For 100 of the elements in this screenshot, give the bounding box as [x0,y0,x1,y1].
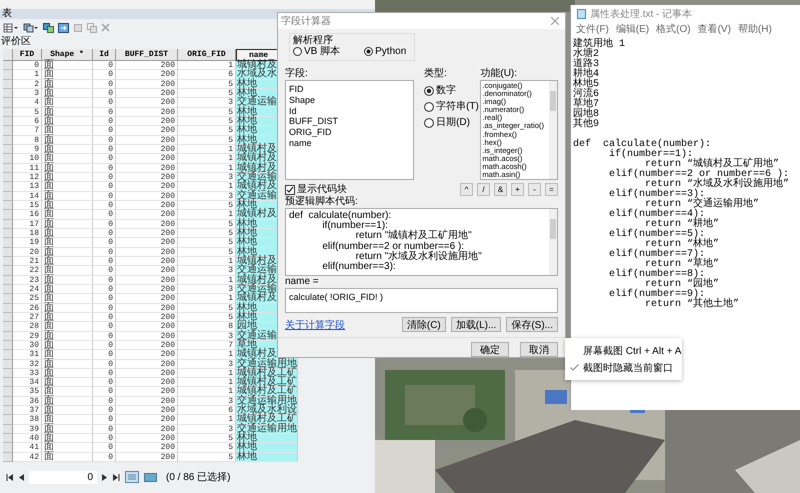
table-options-button[interactable] [3,22,19,32]
cancel-button[interactable]: 取消 [520,342,558,357]
table-cell: 200 [116,322,178,332]
radio-button[interactable]: 日期(D) [424,117,480,128]
list-item[interactable]: Id [289,106,297,116]
table-cell: 面 [42,248,93,257]
show-selected-records-icon[interactable] [144,472,157,482]
table-cell: 5 [13,108,42,117]
table-cell: 0 [93,116,116,126]
related-tables-button[interactable] [23,22,39,32]
menu-item[interactable]: 帮助(H) [738,22,772,36]
table-cell: 1 [13,70,42,80]
operator-button[interactable]: + [511,183,524,196]
table-cell: 0 [93,98,116,108]
table-cell: 200 [116,182,178,192]
next-record-icon[interactable] [102,474,107,480]
table-cell: 200 [116,98,178,108]
table-cell: 0 [93,220,116,229]
table-cell: 0 [93,387,116,397]
operator-button[interactable]: ^ [460,183,473,196]
table-cell: 10 [13,154,42,164]
table-cell: 200 [116,276,178,285]
table-cell: 2 [13,80,42,89]
table-cell: 13 [13,182,42,192]
code-field[interactable]: def calculate(number): if(number==1): return "城镇村及工矿用地" elif(number==2 or number==6 ): return "水域及水利设施用地" elif(number==3): [285,208,558,276]
table-cell: 200 [116,61,178,70]
text-line: elif(number==5): [608,230,706,240]
code-line: return "城镇村及工矿用地" [356,231,472,242]
table-cell: 0 [93,424,116,434]
table-cell: 35 [13,387,42,397]
menu-item[interactable]: 格式(O) [656,22,691,36]
table-cell: 0 [93,415,116,425]
table-cell: 200 [116,200,178,210]
expression-field[interactable]: calculate( !ORIG_FID! ) [285,288,558,313]
switch-selection-icon[interactable] [58,22,69,32]
table-cell: 200 [116,452,178,462]
table-cell: 0 [93,172,116,182]
table-cell: 200 [116,396,178,406]
table-cell: 36 [13,396,42,406]
table-cell: 24 [13,284,42,294]
table-cell: 6 [13,116,42,126]
dialog-button[interactable]: 保存(S)... [506,317,558,332]
table-cell: 200 [116,136,178,145]
table-cell: 42 [13,452,42,462]
column-header[interactable]: Id [93,49,116,61]
table-cell: 22 [13,266,42,276]
selection-count: (0 / 86 已选择) [166,470,230,484]
radio-button[interactable]: 字符串(T) [424,101,480,112]
column-header[interactable]: BUFF_DIST [116,49,178,61]
show-all-records-icon[interactable] [125,471,139,483]
table-cell: 200 [116,172,178,182]
column-header[interactable]: FID [13,49,42,61]
table-cell: 200 [116,406,178,416]
table-cell: 38 [13,415,42,425]
delete-icon[interactable] [101,23,110,32]
text-line: elif(number==3): [608,190,706,200]
table-cell: 12 [13,172,42,182]
text-line: elif(number==4): [608,210,706,220]
text-line: return “林地” [645,240,720,250]
table-cell: 200 [116,415,178,425]
previous-record-icon[interactable] [19,474,24,480]
menu-item[interactable]: 文件(F) [576,22,609,36]
close-icon[interactable] [551,17,559,25]
radio-button[interactable]: Python [364,46,406,57]
code-line: return "水域及水利设施用地" [356,252,482,262]
copy-icon[interactable] [87,22,97,32]
text-line: return “园地” [645,280,720,290]
text-line: return “水域及水利设施用地” [645,180,790,190]
ok-button[interactable]: 确定 [471,342,509,357]
table-cell: 34 [13,378,42,388]
record-field[interactable]: 0 [29,470,97,484]
radio-button[interactable]: 数字 [424,85,480,96]
table-cell: 0 [93,368,116,378]
menu-item[interactable]: 查看(V) [698,22,731,36]
table-cell: 面 [42,136,93,145]
operator-button[interactable]: - [528,183,541,196]
text-line: elif(number==8): [608,270,706,280]
table-cell: 200 [116,248,178,257]
table-cell: 200 [116,378,178,388]
scrollbar[interactable] [549,209,557,275]
dialog-button[interactable]: 加载(L)... [450,317,502,332]
select-by-attributes-icon[interactable] [43,22,54,32]
menu-item[interactable]: 屏幕截图 Ctrl + Alt + A [565,342,682,359]
operator-button[interactable]: / [477,183,490,196]
table-cell: 37 [13,406,42,416]
first-record-icon[interactable] [6,474,14,480]
table-cell: 29 [13,332,42,341]
scrollbar[interactable] [549,81,557,179]
dialog-button[interactable]: 清除(C) [402,317,446,332]
operator-button[interactable]: & [494,183,507,196]
table-tab[interactable]: 评价区 [1,36,31,47]
table-cell: 0 [93,192,116,201]
operator-button[interactable]: = [545,183,558,196]
clear-selection-icon[interactable] [73,22,83,32]
menu-item[interactable]: 截图时隐藏当前窗口 [565,359,682,376]
last-record-icon[interactable] [112,474,120,480]
column-header[interactable]: ORIG_FID [178,49,236,61]
functions-label: 功能(U): [480,68,518,80]
table-cell: 200 [116,434,178,444]
menu-item[interactable]: 编辑(E) [616,22,650,36]
